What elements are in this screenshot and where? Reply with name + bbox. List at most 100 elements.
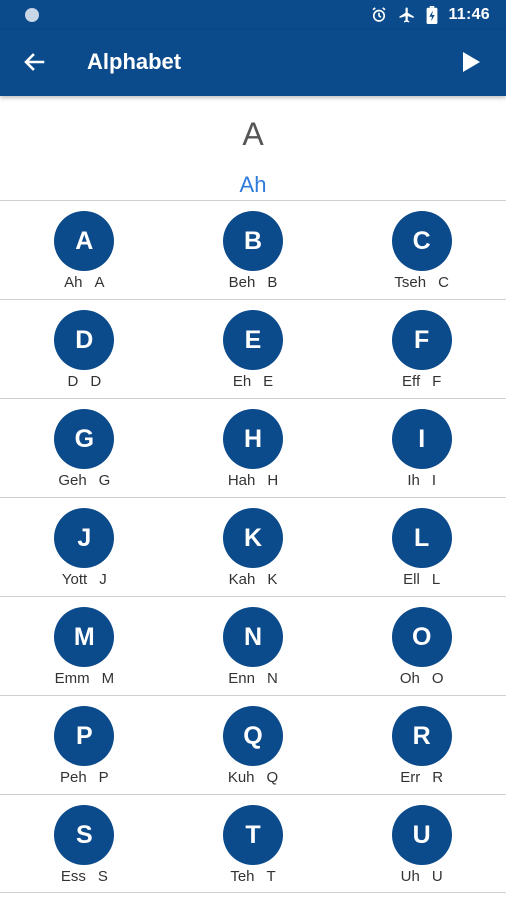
letter-button[interactable]: G — [54, 409, 115, 469]
letter-caption: Enn N — [169, 670, 338, 687]
letter-button[interactable]: J — [54, 508, 115, 568]
letter-button[interactable]: R — [391, 706, 452, 766]
letter-latin: O — [431, 670, 444, 687]
letter-button[interactable]: N — [223, 607, 283, 667]
letter-button[interactable]: C — [391, 211, 452, 271]
letter-button[interactable]: E — [223, 310, 283, 370]
letter-cell-e[interactable]: E Eh E — [169, 300, 338, 398]
letter-name: Peh — [59, 769, 87, 786]
letter-name: Ih — [407, 472, 420, 489]
letter-latin: S — [97, 868, 108, 885]
letter-button[interactable]: U — [391, 805, 452, 865]
letter-button[interactable]: M — [54, 607, 115, 667]
notification-dot-icon — [25, 8, 39, 22]
letter-cell-j[interactable]: J Yott J — [0, 498, 169, 596]
letter-cell-s[interactable]: S Ess S — [0, 795, 169, 892]
letter-button[interactable]: H — [223, 409, 283, 469]
letter-button[interactable]: K — [223, 508, 283, 568]
current-pronunciation: Ah — [239, 172, 267, 197]
letter-caption: Eh E — [169, 373, 338, 390]
letter-cell-n[interactable]: N Enn N — [169, 597, 338, 695]
letter-cell-t[interactable]: T Teh T — [169, 795, 338, 892]
letter-caption: Ell L — [337, 571, 506, 588]
letter-cell-q[interactable]: Q Kuh Q — [169, 696, 338, 794]
letter-button[interactable]: B — [223, 211, 283, 271]
letter-name: Hah — [227, 472, 256, 489]
arrow-left-icon — [22, 50, 46, 79]
letter-latin: E — [263, 373, 274, 390]
letter-name: Kuh — [227, 769, 255, 786]
grid-row: G Geh G H Hah H I Ih I — [0, 398, 506, 497]
letter-button[interactable]: D — [54, 310, 115, 370]
letter-name: Teh — [230, 868, 255, 885]
letter-button[interactable]: L — [391, 508, 452, 568]
current-letter: A — [242, 116, 264, 152]
letter-name: Enn — [228, 670, 255, 687]
letter-latin: N — [266, 670, 278, 687]
letter-caption: Hah H — [169, 472, 338, 489]
letter-latin: Q — [266, 769, 279, 786]
current-letter-panel: A Ah — [0, 96, 506, 202]
airplane-icon — [398, 6, 416, 24]
letter-cell-g[interactable]: G Geh G — [0, 399, 169, 497]
letter-cell-o[interactable]: O Oh O — [337, 597, 506, 695]
letter-cell-r[interactable]: R Err R — [337, 696, 506, 794]
letter-button[interactable]: O — [391, 607, 452, 667]
letter-latin: K — [267, 571, 278, 588]
letter-cell-p[interactable]: P Peh P — [0, 696, 169, 794]
letter-latin: M — [101, 670, 115, 687]
grid-row: J Yott J K Kah K L Ell L — [0, 497, 506, 596]
letter-name: Beh — [228, 274, 256, 291]
letter-caption: Oh O — [337, 670, 506, 687]
clock-time: 11:46 — [448, 6, 490, 23]
grid-row: P Peh P Q Kuh Q R Err R — [0, 695, 506, 794]
letter-caption: Yott J — [0, 571, 169, 588]
letter-cell-c[interactable]: C Tseh C — [337, 201, 506, 299]
letter-name: Eh — [232, 373, 252, 390]
letter-cell-a[interactable]: A Ah A — [0, 201, 169, 299]
letter-caption: Eff F — [337, 373, 506, 390]
letter-caption: Ah A — [0, 274, 169, 291]
letter-caption: Kuh Q — [169, 769, 338, 786]
letter-latin: F — [432, 373, 442, 390]
status-bar: 11:46 — [0, 0, 506, 30]
letter-button[interactable]: T — [223, 805, 283, 865]
letter-button[interactable]: S — [54, 805, 115, 865]
letter-cell-i[interactable]: I Ih I — [337, 399, 506, 497]
letter-caption: Geh G — [0, 472, 169, 489]
letter-name: Ess — [60, 868, 86, 885]
letter-latin: I — [431, 472, 437, 489]
letter-name: Oh — [399, 670, 420, 687]
letter-name: Kah — [228, 571, 256, 588]
letter-cell-f[interactable]: F Eff F — [337, 300, 506, 398]
letter-button[interactable]: A — [54, 211, 115, 271]
letter-latin: C — [438, 274, 449, 291]
letter-cell-l[interactable]: L Ell L — [337, 498, 506, 596]
back-button[interactable] — [18, 48, 50, 80]
letter-cell-m[interactable]: M Emm M — [0, 597, 169, 695]
letter-latin: L — [431, 571, 441, 588]
letter-latin: G — [98, 472, 111, 489]
letter-latin: R — [432, 769, 444, 786]
letter-button[interactable]: I — [391, 409, 452, 469]
letter-caption: Tseh C — [337, 274, 506, 291]
letter-cell-k[interactable]: K Kah K — [169, 498, 338, 596]
letter-cell-h[interactable]: H Hah H — [169, 399, 338, 497]
alarm-icon — [370, 6, 388, 24]
letter-button[interactable]: Q — [223, 706, 283, 766]
letter-name: Geh — [58, 472, 87, 489]
letter-latin: P — [98, 769, 109, 786]
letter-button[interactable]: P — [54, 706, 115, 766]
letter-caption: Kah K — [169, 571, 338, 588]
letter-button[interactable]: F — [391, 310, 452, 370]
letter-caption: Ess S — [0, 868, 169, 885]
letter-latin: T — [266, 868, 276, 885]
letter-cell-u[interactable]: U Uh U — [337, 795, 506, 892]
battery-charging-icon — [426, 6, 438, 24]
letter-cell-b[interactable]: B Beh B — [169, 201, 338, 299]
play-button[interactable] — [454, 48, 486, 80]
letter-name: D — [67, 373, 79, 390]
letter-name: Eff — [402, 373, 421, 390]
alphabet-grid: A Ah A B Beh B C Tseh C D D D E Eh E F Eff F G Geh G H Hah H I Ih… — [0, 200, 506, 893]
letter-cell-d[interactable]: DDD — [0, 300, 169, 398]
